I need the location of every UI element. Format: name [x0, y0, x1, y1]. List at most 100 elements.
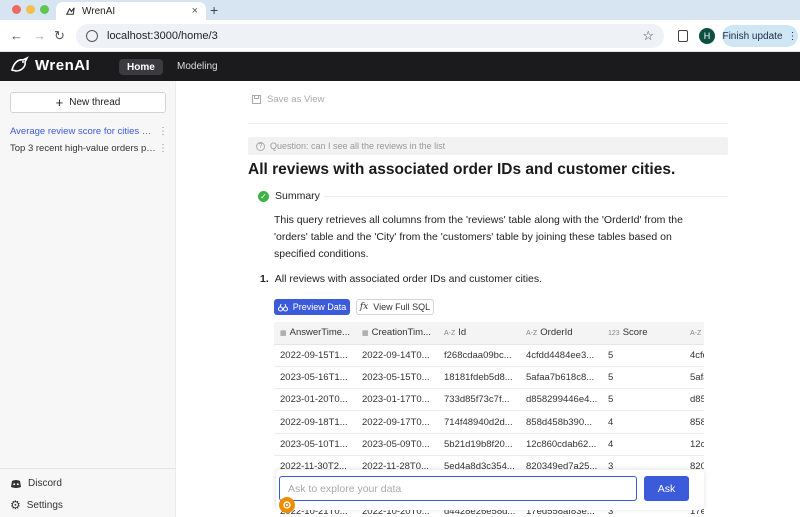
gear-icon: ⚙ [10, 498, 21, 512]
table-cell: 858d458b390... [520, 410, 602, 434]
settings-label: Settings [26, 499, 63, 511]
column-header[interactable]: A-Z Id [438, 322, 520, 345]
table-cell: 2023-01-20T0... [274, 388, 356, 412]
table-cell: 2022-09-14T0... [356, 344, 438, 367]
table-cell: 4 [602, 410, 684, 434]
nav-modeling-tab[interactable]: Modeling [177, 61, 218, 72]
table-cell: 2023-05-09T0... [356, 433, 438, 456]
logo-text: WrenAI [35, 56, 91, 74]
tab-close-icon[interactable]: × [192, 5, 198, 17]
function-icon: fx [359, 302, 369, 312]
discord-icon [11, 479, 21, 488]
address-bar[interactable]: localhost:3000/home/3 ☆ [76, 24, 664, 48]
table-cell: 5afa [684, 366, 704, 390]
step-text: All reviews with associated order IDs an… [274, 273, 543, 285]
thread-label: Top 3 recent high-value orders pe... [10, 142, 158, 154]
table-cell: 2023-05-15T0... [356, 366, 438, 390]
save-icon [252, 95, 261, 104]
question-text: Question: can I see all the reviews in t… [270, 141, 446, 151]
thread-item-active[interactable]: Average review score for cities wit... ⋮ [0, 123, 176, 139]
side-panel-icon[interactable] [678, 30, 688, 42]
back-arrow-icon[interactable]: ← [10, 28, 23, 43]
table-cell: 5 [602, 388, 684, 412]
table-cell: 12c860cdab62... [520, 433, 602, 456]
finish-update-label: Finish update [722, 30, 783, 42]
settings-link[interactable]: ⚙ Settings [10, 498, 63, 512]
table-cell: 733d85f73c7f... [438, 388, 520, 412]
reload-icon[interactable]: ↻ [54, 28, 65, 44]
table-cell: 2022-09-15T1... [274, 344, 356, 367]
save-as-view-button[interactable]: Save as View [252, 94, 324, 105]
more-vertical-icon[interactable]: ⋮ [158, 126, 168, 137]
site-info-icon[interactable] [86, 30, 98, 42]
table-header-row: ▦ AnswerTime... ▦ CreationTim... A-Z Id A-Z… [274, 322, 704, 345]
divider [324, 196, 728, 197]
table-cell: 714f48940d2d... [438, 410, 520, 434]
new-thread-button[interactable]: + New thread [10, 92, 166, 113]
browser-tab-bar: WrenAI × + [0, 0, 800, 20]
browser-tab[interactable]: WrenAI × [56, 2, 206, 20]
answer-title: All reviews with associated order IDs an… [248, 161, 676, 178]
app-header: WrenAI Home Modeling [0, 52, 800, 81]
column-header[interactable]: A-Z OrderId [520, 322, 602, 345]
view-full-sql-label: View Full SQL [373, 302, 431, 312]
column-header[interactable]: 123 Score [602, 322, 684, 345]
column-header[interactable]: A-ZC [684, 322, 704, 345]
table-row[interactable]: 2022-09-15T1... 2022-09-14T0... f268cdaa09… [274, 344, 704, 367]
number-type-icon: 123 [608, 330, 620, 338]
table-cell: 12c8 [684, 433, 704, 456]
table-cell: f268cdaa09bc... [438, 344, 520, 367]
wren-bird-icon [11, 56, 29, 72]
table-cell: 18181fdeb5d8... [438, 366, 520, 390]
preview-data-button[interactable]: Preview Data [274, 299, 350, 315]
new-tab-button[interactable]: + [210, 2, 218, 18]
table-cell: 4cfdd4484ee3... [520, 344, 602, 367]
view-full-sql-button[interactable]: fx View Full SQL [356, 299, 434, 315]
table-row[interactable]: 2023-01-20T0... 2023-01-17T0... 733d85f73c… [274, 388, 704, 412]
binoculars-icon [277, 303, 288, 311]
table-cell: 2022-09-17T0... [356, 410, 438, 434]
table-cell: 5b21d19b8f20... [438, 433, 520, 456]
table-cell: 5afaa7b618c8... [520, 366, 602, 390]
profile-avatar[interactable]: H [699, 28, 715, 44]
finish-update-button[interactable]: Finish update ⋮ [722, 25, 798, 47]
check-circle-icon: ✓ [258, 190, 269, 202]
close-window-button[interactable] [12, 5, 21, 14]
more-vertical-icon[interactable]: ⋮ [158, 143, 168, 154]
calendar-icon: ▦ [362, 330, 369, 338]
summary-text: This query retrieves all columns from th… [274, 214, 683, 260]
table-row[interactable]: 2023-05-10T1... 2023-05-09T0... 5b21d19b8f… [274, 433, 704, 456]
table-cell: 4 [602, 433, 684, 456]
column-header[interactable]: ▦ CreationTim... [356, 322, 438, 345]
minimize-window-button[interactable] [26, 5, 35, 14]
discord-link[interactable]: Discord [10, 478, 62, 489]
ask-input[interactable] [279, 476, 637, 501]
text-type-icon: A-Z [526, 330, 538, 338]
nav-home-tab[interactable]: Home [119, 59, 163, 75]
table-cell: 2023-05-10T1... [274, 433, 356, 456]
forward-arrow-icon[interactable]: → [33, 28, 46, 43]
table-row[interactable]: 2023-05-16T1... 2023-05-15T0... 18181fdeb5… [274, 366, 704, 390]
table-cell: 858d [684, 410, 704, 434]
maximize-window-button[interactable] [40, 5, 49, 14]
step-number: 1. [260, 273, 269, 285]
table-cell: 2023-05-16T1... [274, 366, 356, 390]
wrenai-logo[interactable]: WrenAI [10, 56, 90, 74]
tab-title: WrenAI [82, 5, 116, 17]
bookmark-star-icon[interactable]: ☆ [642, 28, 654, 44]
more-vertical-icon: ⋮ [787, 30, 798, 42]
wrenai-favicon-icon [64, 5, 76, 17]
table-row[interactable]: 2022-09-18T1... 2022-09-17T0... 714f48940d… [274, 410, 704, 434]
sidebar-footer: Discord ⚙ Settings [0, 468, 176, 512]
thread-item[interactable]: Top 3 recent high-value orders pe... ⋮ [0, 140, 176, 156]
help-bubble-icon[interactable] [279, 497, 295, 513]
table-cell: 5 [602, 344, 684, 367]
table-cell: 2023-01-17T0... [356, 388, 438, 412]
table-cell: 4cfd [684, 344, 704, 367]
column-header[interactable]: ▦ AnswerTime... [274, 322, 356, 345]
ask-button[interactable]: Ask [644, 476, 689, 501]
table-cell: d858299446e4... [520, 388, 602, 412]
url-text: localhost:3000/home/3 [107, 30, 218, 42]
table-cell: d858 [684, 388, 704, 412]
text-type-icon: A-Z [690, 330, 702, 338]
